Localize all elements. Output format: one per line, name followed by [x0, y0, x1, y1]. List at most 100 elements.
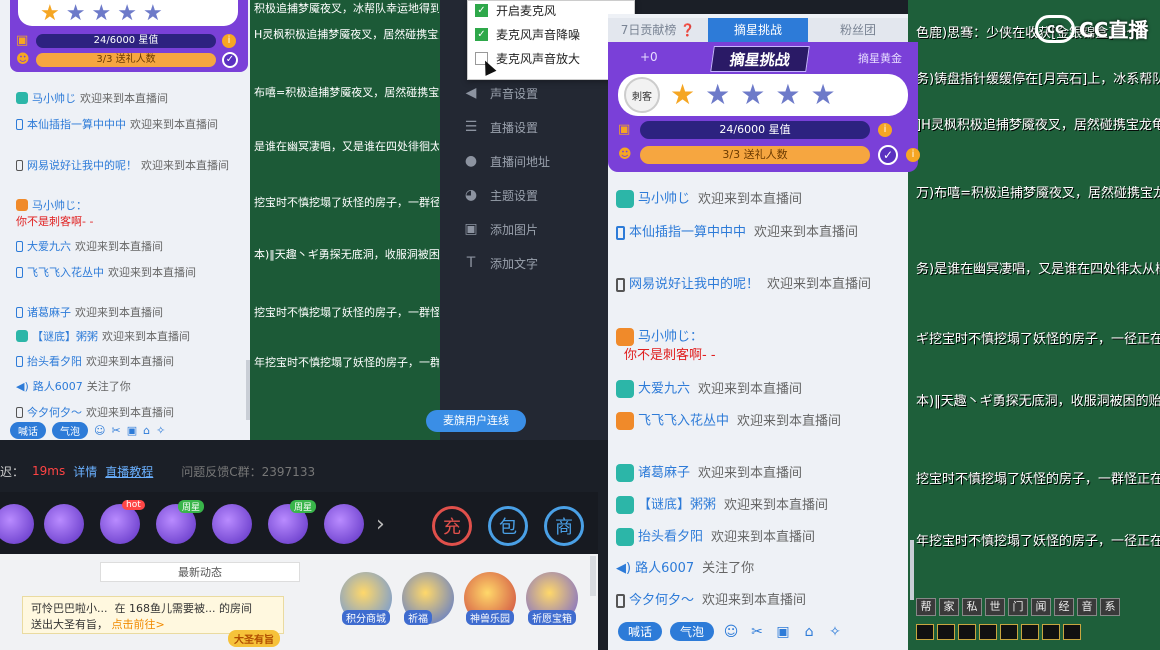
gift-item[interactable]	[324, 504, 364, 544]
mic-option[interactable]: ✓ 开启麦克风	[475, 2, 556, 19]
gift-item[interactable]	[100, 504, 140, 544]
tab[interactable]: 7日贡献榜 ❓	[608, 18, 708, 42]
game-action-icon[interactable]	[916, 624, 934, 640]
game-action-icon[interactable]	[979, 624, 997, 640]
chat-username[interactable]: 飞飞飞入花丛中	[638, 414, 729, 429]
chat-message: 今夕何夕～ 欢迎来到本直播间	[16, 404, 174, 420]
chat-username[interactable]: 路人6007	[635, 561, 694, 576]
chat-username[interactable]: 飞飞飞入花丛中	[27, 264, 104, 280]
connect-user-button[interactable]: 麦旗用户连线	[426, 410, 526, 432]
chat-username[interactable]: 马小帅じ：	[32, 197, 87, 213]
recharge-icon[interactable]: 充	[432, 506, 472, 546]
say-button[interactable]: 喊话	[10, 422, 46, 439]
chat-username[interactable]: 网易说好让我中的呢！	[27, 157, 137, 173]
mobile-icon	[616, 277, 625, 292]
game-broadcast-line: 务)铸盘指针缓缓停在[月亮石]上，冰系帮队幸运地得到了它。	[916, 72, 1160, 87]
lock-icon[interactable]: ⌂	[143, 424, 150, 437]
emoji-icon[interactable]: ☺	[722, 624, 740, 640]
chat-text: 欢迎来到本直播间	[86, 406, 174, 419]
info-icon[interactable]: i	[222, 34, 236, 48]
game-channel-button[interactable]: 世	[985, 598, 1005, 616]
detail-link[interactable]: 详情	[73, 463, 97, 480]
chat-username[interactable]: 诸葛麻子	[638, 466, 690, 481]
game-broadcast-line: 是谁在幽冥凄唱，又是谁在四处徘徊太从柳林石窟的魔头身上搜出了60000	[254, 140, 439, 153]
news-card[interactable]: 可怜巴巴啦小... 在 168鱼儿需要被... 的房间 送出大圣有旨， 点击前往…	[22, 596, 284, 634]
game-channel-button[interactable]: 音	[1077, 598, 1097, 616]
chat-username[interactable]: 诸葛麻子	[27, 304, 71, 320]
gift-item[interactable]	[212, 504, 252, 544]
game-action-icon[interactable]	[1063, 624, 1081, 640]
game-action-icon[interactable]	[937, 624, 955, 640]
chat-username[interactable]: 今夕何夕～	[629, 593, 694, 608]
game-action-icon[interactable]	[1021, 624, 1039, 640]
chat-username[interactable]: 本仙插指一算中中中	[27, 116, 126, 132]
menu-item[interactable]: ☰ 直播设置	[462, 118, 538, 136]
chat-username[interactable]: 大爱九六	[27, 238, 71, 254]
bubble-button[interactable]: 气泡	[670, 622, 715, 641]
chat-message: 抬头看夕阳 欢迎来到本直播间	[616, 528, 904, 547]
menu-item[interactable]: T 添加文字	[462, 254, 538, 272]
main-scrollbar[interactable]	[910, 540, 914, 600]
lock-icon[interactable]: ⌂	[800, 624, 818, 640]
menu-item[interactable]: ◕ 主题设置	[462, 186, 538, 204]
left-scrollbar[interactable]	[246, 360, 250, 420]
chat-username[interactable]: 抬头看夕阳	[638, 530, 703, 545]
menu-item[interactable]: ▣ 添加图片	[462, 220, 538, 238]
tab[interactable]: 粉丝团	[808, 18, 908, 42]
game-channel-button[interactable]: 门	[1008, 598, 1028, 616]
shop-icon[interactable]: 商	[544, 506, 584, 546]
left-gift-people-bar: 3/3 送礼人数	[36, 53, 216, 67]
image-icon[interactable]: ▣	[774, 624, 792, 640]
chat-username[interactable]: 今夕何夕～	[27, 404, 82, 420]
game-broadcast-line: ]H灵枫积极追捕梦魇夜叉，居然碰携宝龙龟，喜滋滋的拿走了一个[金铆	[916, 118, 1160, 133]
clean-icon[interactable]: ✧	[826, 624, 844, 640]
mic-option[interactable]: ✓ 麦克风声音降噪	[475, 26, 580, 43]
gift-item[interactable]	[44, 504, 84, 544]
menu-item-label: 添加图片	[490, 222, 539, 237]
news-goto-link[interactable]: 点击前往>	[112, 618, 165, 631]
scissors-icon[interactable]: ✂	[748, 624, 766, 640]
tutorial-link[interactable]: 直播教程	[105, 463, 153, 480]
info-icon[interactable]: i	[878, 123, 892, 137]
menu-item[interactable]: ● 直播间地址	[462, 152, 550, 170]
gift-people-text: 3/3 送礼人数	[722, 148, 788, 161]
chat-message: ◀) 路人6007 关注了你	[616, 560, 904, 578]
game-action-icon[interactable]	[958, 624, 976, 640]
chat-username[interactable]: 马小帅じ	[32, 90, 76, 106]
game-action-icon[interactable]	[1042, 624, 1060, 640]
avatar: 刺客	[624, 77, 660, 113]
bubble-button[interactable]: 气泡	[52, 422, 88, 439]
left-star-row: ★ ★ ★ ★ ★	[18, 0, 238, 26]
game-channel-button[interactable]: 闻	[1031, 598, 1051, 616]
chat-username[interactable]: 【谜底】粥粥	[32, 328, 98, 344]
game-channel-button[interactable]: 私	[962, 598, 982, 616]
scissors-icon[interactable]: ✂	[111, 424, 120, 437]
game-channel-button[interactable]: 帮	[916, 598, 936, 616]
info-icon[interactable]: i	[906, 148, 920, 162]
clean-icon[interactable]: ✧	[156, 424, 165, 437]
game-channel-button[interactable]: 经	[1054, 598, 1074, 616]
chat-username[interactable]: 大爱九六	[638, 382, 690, 397]
menu-item[interactable]: ◀ 声音设置	[462, 84, 538, 102]
chat-username[interactable]: 路人6007	[33, 378, 83, 394]
chat-username[interactable]: 马小帅じ：	[638, 330, 703, 345]
chat-username[interactable]: 网易说好让我中的呢！	[629, 277, 759, 292]
bag-icon[interactable]: 包	[488, 506, 528, 546]
bottom-scrollbar[interactable]	[590, 556, 596, 596]
checkbox[interactable]: ✓	[475, 28, 488, 41]
chat-username[interactable]: 【谜底】粥粥	[638, 498, 716, 513]
image-icon[interactable]: ▣	[127, 424, 137, 437]
chevron-right-icon[interactable]: ›	[376, 512, 385, 537]
say-button[interactable]: 喊话	[618, 622, 663, 641]
game-channel-button[interactable]: 家	[939, 598, 959, 616]
chat-username[interactable]: 本仙插指一算中中中	[629, 225, 746, 240]
tab[interactable]: 摘星挑战	[708, 18, 808, 42]
game-channel-button[interactable]: 系	[1100, 598, 1120, 616]
game-action-icon[interactable]	[1000, 624, 1018, 640]
checkbox[interactable]: ✓	[475, 4, 488, 17]
emoji-icon[interactable]: ☺	[94, 424, 105, 437]
chat-username[interactable]: 马小帅じ	[638, 192, 690, 207]
chat-username[interactable]: 抬头看夕阳	[27, 353, 82, 369]
speaker-icon: ◀	[465, 85, 477, 101]
chat-message: 飞飞飞入花丛中 欢迎来到本直播间	[616, 412, 904, 431]
